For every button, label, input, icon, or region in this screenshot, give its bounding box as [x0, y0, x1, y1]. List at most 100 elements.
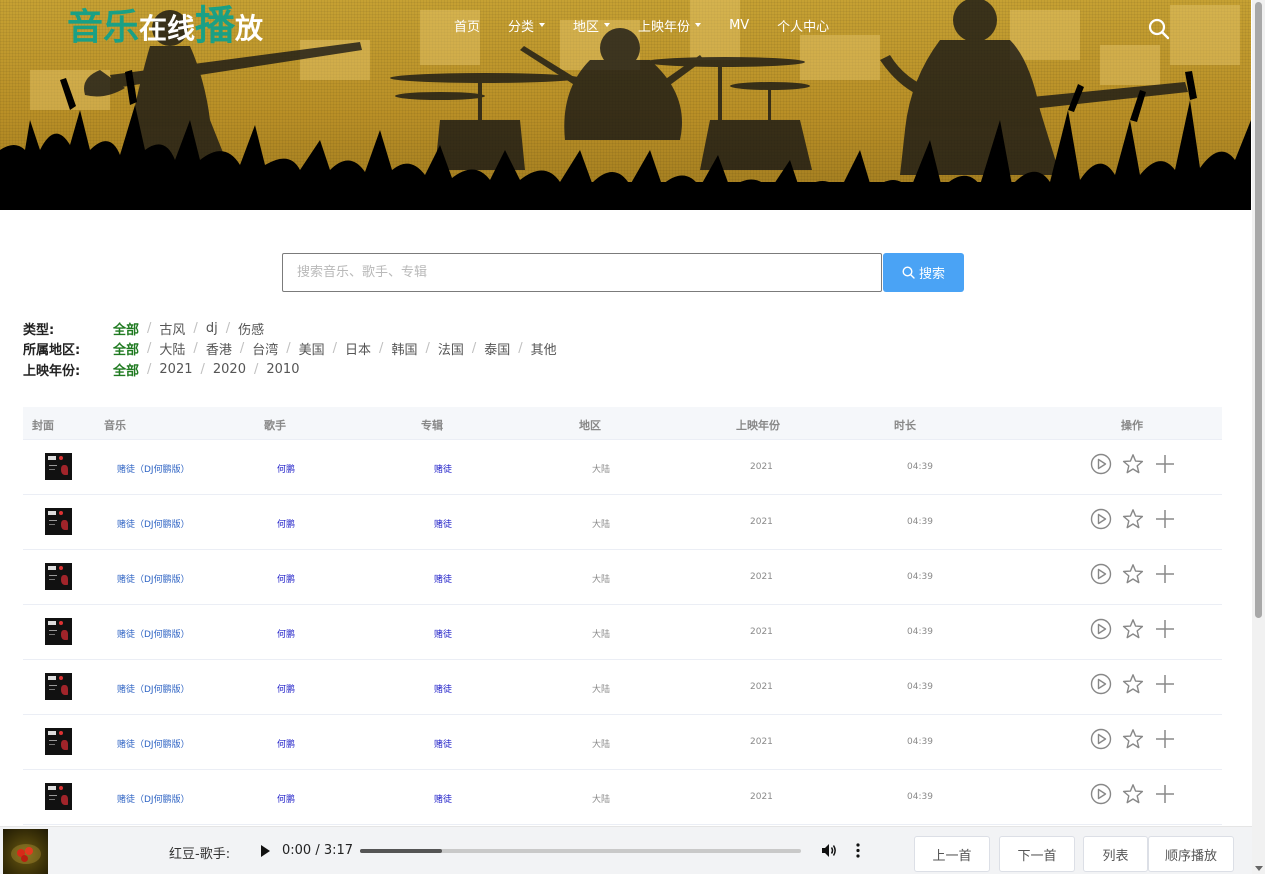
star-icon[interactable] [1122, 563, 1144, 585]
play-circle-icon[interactable] [1090, 563, 1112, 585]
play-circle-icon[interactable] [1090, 508, 1112, 530]
year-cell: 2021 [750, 792, 773, 802]
filter-separator: / [379, 341, 384, 357]
page-scrollbar[interactable] [1252, 0, 1265, 874]
album-link[interactable]: 赌徒 [434, 517, 452, 530]
play-circle-icon[interactable] [1090, 673, 1112, 695]
nav-mv[interactable]: MV [729, 18, 749, 33]
artist-link[interactable]: 何鹏 [277, 737, 295, 750]
search-button[interactable]: 搜索 [883, 253, 964, 292]
nav-year[interactable]: 上映年份 [638, 16, 702, 35]
prev-track-button[interactable]: 上一首 [914, 836, 990, 872]
year-cell: 2021 [750, 517, 773, 527]
album-link[interactable]: 赌徒 [434, 737, 452, 750]
filter-option[interactable]: 泰国 [484, 339, 510, 358]
play-mode-button[interactable]: 顺序播放 [1148, 836, 1234, 872]
song-title-link[interactable]: 赌徒（DJ何鹏版） [117, 462, 190, 475]
song-title-link[interactable]: 赌徒（DJ何鹏版） [117, 737, 190, 750]
artist-link[interactable]: 何鹏 [277, 627, 295, 640]
song-cover-image[interactable] [45, 563, 72, 590]
song-cover-image[interactable] [45, 508, 72, 535]
scroll-down-icon[interactable] [1255, 866, 1263, 871]
album-link[interactable]: 赌徒 [434, 462, 452, 475]
artist-link[interactable]: 何鹏 [277, 572, 295, 585]
song-cover-image[interactable] [45, 783, 72, 810]
plus-icon[interactable] [1154, 508, 1176, 530]
song-title-link[interactable]: 赌徒（DJ何鹏版） [117, 792, 190, 805]
play-icon[interactable] [259, 844, 271, 858]
filter-option[interactable]: 全部 [113, 339, 139, 358]
star-icon[interactable] [1122, 453, 1144, 475]
filter-row-region: 所属地区: 全部 / 大陆 / 香港 / 台湾 / 美国 / 日本 / 韩国 / 法国 / 泰国… [23, 339, 557, 360]
nav-region[interactable]: 地区 [573, 16, 611, 35]
plus-icon[interactable] [1154, 728, 1176, 750]
album-link[interactable]: 赌徒 [434, 627, 452, 640]
artist-link[interactable]: 何鹏 [277, 682, 295, 695]
filter-option[interactable]: 古风 [159, 319, 185, 338]
plus-icon[interactable] [1154, 618, 1176, 640]
search-input[interactable] [282, 253, 882, 292]
filter-option[interactable]: 伤感 [238, 319, 264, 338]
album-link[interactable]: 赌徒 [434, 792, 452, 805]
artist-link[interactable]: 何鹏 [277, 792, 295, 805]
more-vertical-icon[interactable] [853, 842, 863, 859]
playlist-button[interactable]: 列表 [1083, 836, 1148, 872]
nav-profile[interactable]: 个人中心 [777, 16, 829, 35]
nav-home[interactable]: 首页 [454, 16, 480, 35]
play-circle-icon[interactable] [1090, 618, 1112, 640]
play-circle-icon[interactable] [1090, 728, 1112, 750]
filter-option[interactable]: 香港 [206, 339, 232, 358]
filter-option[interactable]: 2010 [266, 362, 299, 377]
duration-cell: 04:39 [907, 462, 933, 472]
star-icon[interactable] [1122, 728, 1144, 750]
year-cell: 2021 [750, 737, 773, 747]
song-cover-image[interactable] [45, 453, 72, 480]
star-icon[interactable] [1122, 618, 1144, 640]
search-icon[interactable] [1148, 18, 1170, 40]
artist-link[interactable]: 何鹏 [277, 462, 295, 475]
star-icon[interactable] [1122, 508, 1144, 530]
row-actions [1090, 563, 1186, 585]
filter-option[interactable]: 2021 [159, 362, 192, 377]
song-cover-image[interactable] [45, 728, 72, 755]
filter-option[interactable]: 法国 [438, 339, 464, 358]
next-track-button[interactable]: 下一首 [999, 836, 1075, 872]
playlist-label: 列表 [1102, 848, 1129, 864]
star-icon[interactable] [1122, 673, 1144, 695]
plus-icon[interactable] [1154, 783, 1176, 805]
filter-option[interactable]: 全部 [113, 319, 139, 338]
filter-option[interactable]: 大陆 [159, 339, 185, 358]
play-circle-icon[interactable] [1090, 783, 1112, 805]
plus-icon[interactable] [1154, 673, 1176, 695]
artist-link[interactable]: 何鹏 [277, 517, 295, 530]
filter-option[interactable]: 台湾 [252, 339, 278, 358]
filter-option[interactable]: 日本 [345, 339, 371, 358]
scrollbar-thumb[interactable] [1255, 2, 1262, 618]
filter-option[interactable]: 美国 [299, 339, 325, 358]
star-icon[interactable] [1122, 783, 1144, 805]
filter-option[interactable]: 全部 [113, 360, 139, 379]
logo-part-release: 放 [235, 12, 264, 45]
filter-option[interactable]: 韩国 [391, 339, 417, 358]
play-circle-icon[interactable] [1090, 453, 1112, 475]
site-logo[interactable]: 音乐 在线 播 放 [67, 0, 263, 46]
song-title-link[interactable]: 赌徒（DJ何鹏版） [117, 682, 190, 695]
song-title-link[interactable]: 赌徒（DJ何鹏版） [117, 627, 190, 640]
album-link[interactable]: 赌徒 [434, 572, 452, 585]
region-cell: 大陆 [592, 465, 611, 475]
song-cover-image[interactable] [45, 618, 72, 645]
filter-option[interactable]: 其他 [531, 339, 557, 358]
volume-icon[interactable] [821, 842, 838, 859]
plus-icon[interactable] [1154, 453, 1176, 475]
filter-option[interactable]: 2020 [213, 362, 246, 377]
album-link[interactable]: 赌徒 [434, 682, 452, 695]
progress-slider[interactable] [360, 849, 801, 853]
nav-category[interactable]: 分类 [508, 16, 546, 35]
song-cover-image[interactable] [45, 673, 72, 700]
song-title-link[interactable]: 赌徒（DJ何鹏版） [117, 572, 190, 585]
duration-cell: 04:39 [907, 737, 933, 747]
filter-separator: / [425, 341, 430, 357]
filter-option[interactable]: dj [206, 321, 218, 336]
plus-icon[interactable] [1154, 563, 1176, 585]
song-title-link[interactable]: 赌徒（DJ何鹏版） [117, 517, 190, 530]
